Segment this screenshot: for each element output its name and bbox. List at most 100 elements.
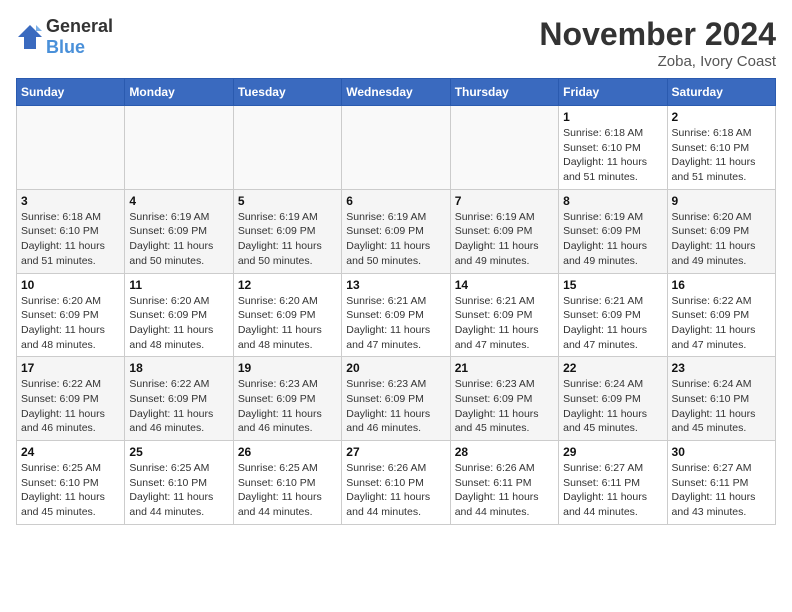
day-number: 1: [563, 110, 662, 124]
day-info: Sunrise: 6:19 AM Sunset: 6:09 PM Dayligh…: [129, 210, 228, 269]
calendar-week-row: 3 Sunrise: 6:18 AM Sunset: 6:10 PM Daylig…: [17, 189, 776, 273]
calendar-cell: 6 Sunrise: 6:19 AM Sunset: 6:09 PM Daylig…: [342, 189, 450, 273]
calendar-cell: [125, 106, 233, 190]
day-info: Sunrise: 6:26 AM Sunset: 6:10 PM Dayligh…: [346, 461, 445, 520]
day-number: 27: [346, 445, 445, 459]
calendar-cell: 10 Sunrise: 6:20 AM Sunset: 6:09 PM Dayli…: [17, 273, 125, 357]
calendar-cell: [342, 106, 450, 190]
day-number: 18: [129, 361, 228, 375]
day-number: 15: [563, 278, 662, 292]
calendar-cell: 26Sunrise: 6:25 AM Sunset: 6:10 PM Dayli…: [233, 441, 341, 525]
weekday-row: SundayMondayTuesdayWednesdayThursdayFrid…: [17, 79, 776, 106]
day-info: Sunrise: 6:23 AM Sunset: 6:09 PM Dayligh…: [455, 377, 554, 436]
calendar-week-row: 10 Sunrise: 6:20 AM Sunset: 6:09 PM Dayli…: [17, 273, 776, 357]
weekday-header: Tuesday: [233, 79, 341, 106]
day-info: Sunrise: 6:20 AM Sunset: 6:09 PM Dayligh…: [21, 294, 120, 353]
day-info: Sunrise: 6:25 AM Sunset: 6:10 PM Dayligh…: [129, 461, 228, 520]
day-info: Sunrise: 6:19 AM Sunset: 6:09 PM Dayligh…: [346, 210, 445, 269]
day-info: Sunrise: 6:20 AM Sunset: 6:09 PM Dayligh…: [129, 294, 228, 353]
calendar-cell: 1 Sunrise: 6:18 AM Sunset: 6:10 PM Daylig…: [559, 106, 667, 190]
calendar-cell: 3 Sunrise: 6:18 AM Sunset: 6:10 PM Daylig…: [17, 189, 125, 273]
calendar-cell: 2 Sunrise: 6:18 AM Sunset: 6:10 PM Daylig…: [667, 106, 775, 190]
header: General Blue November 2024 Zoba, Ivory C…: [16, 16, 776, 70]
logo-text-blue: Blue: [46, 37, 85, 57]
day-number: 2: [672, 110, 771, 124]
weekday-header: Saturday: [667, 79, 775, 106]
day-info: Sunrise: 6:20 AM Sunset: 6:09 PM Dayligh…: [238, 294, 337, 353]
day-number: 21: [455, 361, 554, 375]
calendar-cell: 11 Sunrise: 6:20 AM Sunset: 6:09 PM Dayli…: [125, 273, 233, 357]
weekday-header: Wednesday: [342, 79, 450, 106]
day-number: 24: [21, 445, 120, 459]
day-info: Sunrise: 6:23 AM Sunset: 6:09 PM Dayligh…: [238, 377, 337, 436]
weekday-header: Sunday: [17, 79, 125, 106]
day-number: 12: [238, 278, 337, 292]
day-number: 20: [346, 361, 445, 375]
day-number: 29: [563, 445, 662, 459]
day-info: Sunrise: 6:23 AM Sunset: 6:09 PM Dayligh…: [346, 377, 445, 436]
logo-icon: [16, 23, 44, 51]
day-info: Sunrise: 6:26 AM Sunset: 6:11 PM Dayligh…: [455, 461, 554, 520]
calendar-header: SundayMondayTuesdayWednesdayThursdayFrid…: [17, 79, 776, 106]
calendar-cell: 5Sunrise: 6:19 AM Sunset: 6:09 PM Daylig…: [233, 189, 341, 273]
calendar-week-row: 24 Sunrise: 6:25 AM Sunset: 6:10 PM Dayli…: [17, 441, 776, 525]
calendar-cell: 18Sunrise: 6:22 AM Sunset: 6:09 PM Dayli…: [125, 357, 233, 441]
calendar-cell: 15 Sunrise: 6:21 AM Sunset: 6:09 PM Dayli…: [559, 273, 667, 357]
day-number: 3: [21, 194, 120, 208]
weekday-header: Friday: [559, 79, 667, 106]
day-number: 22: [563, 361, 662, 375]
calendar-cell: 21 Sunrise: 6:23 AM Sunset: 6:09 PM Dayli…: [450, 357, 558, 441]
day-number: 14: [455, 278, 554, 292]
day-number: 10: [21, 278, 120, 292]
day-info: Sunrise: 6:21 AM Sunset: 6:09 PM Dayligh…: [455, 294, 554, 353]
day-info: Sunrise: 6:19 AM Sunset: 6:09 PM Dayligh…: [238, 210, 337, 269]
day-info: Sunrise: 6:21 AM Sunset: 6:09 PM Dayligh…: [563, 294, 662, 353]
day-info: Sunrise: 6:19 AM Sunset: 6:09 PM Dayligh…: [455, 210, 554, 269]
calendar-cell: 9 Sunrise: 6:20 AM Sunset: 6:09 PM Daylig…: [667, 189, 775, 273]
day-number: 4: [129, 194, 228, 208]
calendar-cell: 4 Sunrise: 6:19 AM Sunset: 6:09 PM Daylig…: [125, 189, 233, 273]
day-info: Sunrise: 6:24 AM Sunset: 6:09 PM Dayligh…: [563, 377, 662, 436]
calendar-cell: 17Sunrise: 6:22 AM Sunset: 6:09 PM Dayli…: [17, 357, 125, 441]
title-area: November 2024 Zoba, Ivory Coast: [539, 16, 776, 70]
day-info: Sunrise: 6:18 AM Sunset: 6:10 PM Dayligh…: [21, 210, 120, 269]
day-info: Sunrise: 6:19 AM Sunset: 6:09 PM Dayligh…: [563, 210, 662, 269]
calendar-cell: 22 Sunrise: 6:24 AM Sunset: 6:09 PM Dayli…: [559, 357, 667, 441]
day-number: 16: [672, 278, 771, 292]
weekday-header: Monday: [125, 79, 233, 106]
calendar-cell: 19 Sunrise: 6:23 AM Sunset: 6:09 PM Dayli…: [233, 357, 341, 441]
month-title: November 2024: [539, 16, 776, 53]
calendar-week-row: 17Sunrise: 6:22 AM Sunset: 6:09 PM Dayli…: [17, 357, 776, 441]
calendar-cell: 25Sunrise: 6:25 AM Sunset: 6:10 PM Dayli…: [125, 441, 233, 525]
day-info: Sunrise: 6:27 AM Sunset: 6:11 PM Dayligh…: [672, 461, 771, 520]
logo-text-general: General: [46, 16, 113, 36]
day-number: 19: [238, 361, 337, 375]
location-title: Zoba, Ivory Coast: [539, 53, 776, 70]
day-info: Sunrise: 6:20 AM Sunset: 6:09 PM Dayligh…: [672, 210, 771, 269]
calendar-cell: 20 Sunrise: 6:23 AM Sunset: 6:09 PM Dayli…: [342, 357, 450, 441]
calendar-cell: 16Sunrise: 6:22 AM Sunset: 6:09 PM Dayli…: [667, 273, 775, 357]
day-info: Sunrise: 6:18 AM Sunset: 6:10 PM Dayligh…: [563, 126, 662, 185]
calendar-cell: 24 Sunrise: 6:25 AM Sunset: 6:10 PM Dayli…: [17, 441, 125, 525]
calendar-cell: [233, 106, 341, 190]
day-info: Sunrise: 6:25 AM Sunset: 6:10 PM Dayligh…: [21, 461, 120, 520]
logo: General Blue: [16, 16, 113, 58]
calendar-cell: 28 Sunrise: 6:26 AM Sunset: 6:11 PM Dayli…: [450, 441, 558, 525]
day-number: 9: [672, 194, 771, 208]
day-number: 6: [346, 194, 445, 208]
weekday-header: Thursday: [450, 79, 558, 106]
day-number: 13: [346, 278, 445, 292]
calendar-body: 1 Sunrise: 6:18 AM Sunset: 6:10 PM Daylig…: [17, 106, 776, 525]
calendar-cell: [450, 106, 558, 190]
day-number: 11: [129, 278, 228, 292]
day-number: 28: [455, 445, 554, 459]
calendar-table: SundayMondayTuesdayWednesdayThursdayFrid…: [16, 78, 776, 525]
day-number: 26: [238, 445, 337, 459]
calendar-cell: [17, 106, 125, 190]
day-number: 8: [563, 194, 662, 208]
day-number: 17: [21, 361, 120, 375]
day-info: Sunrise: 6:18 AM Sunset: 6:10 PM Dayligh…: [672, 126, 771, 185]
calendar-cell: 30Sunrise: 6:27 AM Sunset: 6:11 PM Dayli…: [667, 441, 775, 525]
day-number: 7: [455, 194, 554, 208]
calendar-week-row: 1 Sunrise: 6:18 AM Sunset: 6:10 PM Daylig…: [17, 106, 776, 190]
